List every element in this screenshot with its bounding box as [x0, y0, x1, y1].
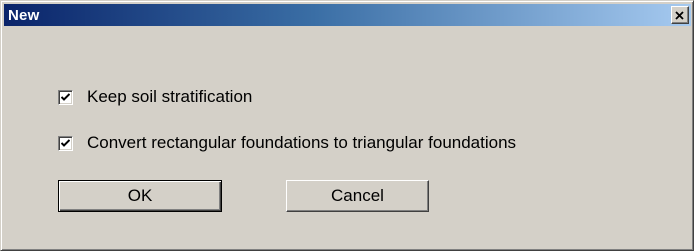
keep-soil-stratification-label: Keep soil stratification: [87, 87, 253, 106]
cancel-button-label: Cancel: [331, 186, 384, 205]
dialog-title: New: [8, 6, 40, 24]
new-dialog: New Keep soil stratification Convert rec…: [0, 0, 694, 251]
cancel-button[interactable]: Cancel: [286, 180, 429, 212]
keep-soil-stratification-option[interactable]: Keep soil stratification: [58, 87, 252, 107]
convert-foundations-checkbox[interactable]: [58, 135, 73, 151]
checkmark-icon: [61, 92, 70, 101]
keep-soil-stratification-checkbox[interactable]: [58, 89, 73, 105]
ok-button[interactable]: OK: [58, 180, 222, 212]
ok-button-label: OK: [127, 186, 153, 205]
close-button[interactable]: [671, 6, 689, 24]
close-icon: [675, 10, 685, 20]
convert-foundations-label: Convert rectangular foundations to trian…: [87, 133, 517, 152]
checkmark-icon: [61, 138, 70, 147]
convert-foundations-option[interactable]: Convert rectangular foundations to trian…: [58, 133, 516, 153]
title-bar[interactable]: New: [4, 4, 691, 26]
